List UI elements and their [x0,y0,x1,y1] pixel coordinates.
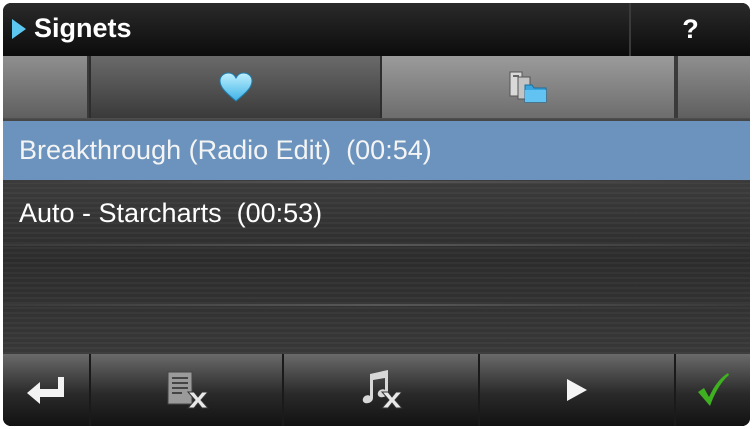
device-screen: Signets ? Breakthrough (Radio Edit) (00:… [3,3,750,426]
bottom-toolbar [3,354,750,426]
heart-icon [218,72,253,102]
folder-files-icon [508,70,548,104]
tab-row [3,56,750,118]
title-bar: Signets ? [3,3,750,56]
tab-row-edge-left [3,56,89,118]
play-button[interactable] [478,354,674,426]
list-divider [3,244,750,246]
play-icon [563,375,591,405]
title-arrow-icon [12,19,26,39]
tab-favorites[interactable] [89,56,382,118]
tab-row-edge-right [676,56,750,118]
list-item[interactable]: Auto - Starcharts (00:53) [3,184,750,243]
confirm-button[interactable] [674,354,750,426]
page-title: Signets [34,13,132,43]
checkmark-icon [696,372,730,408]
tab-folders[interactable] [382,56,676,118]
back-button[interactable] [3,354,89,426]
list-divider [3,181,750,183]
back-return-icon [24,373,68,407]
list-divider [3,304,750,306]
delete-list-icon [164,370,210,410]
delete-track-icon [358,370,404,410]
list-item[interactable]: Breakthrough (Radio Edit) (00:54) [3,121,750,180]
help-button[interactable]: ? [629,3,750,56]
delete-bookmark-list-button[interactable] [89,354,282,426]
bookmark-list: Breakthrough (Radio Edit) (00:54) Auto -… [3,118,750,354]
delete-track-button[interactable] [282,354,478,426]
